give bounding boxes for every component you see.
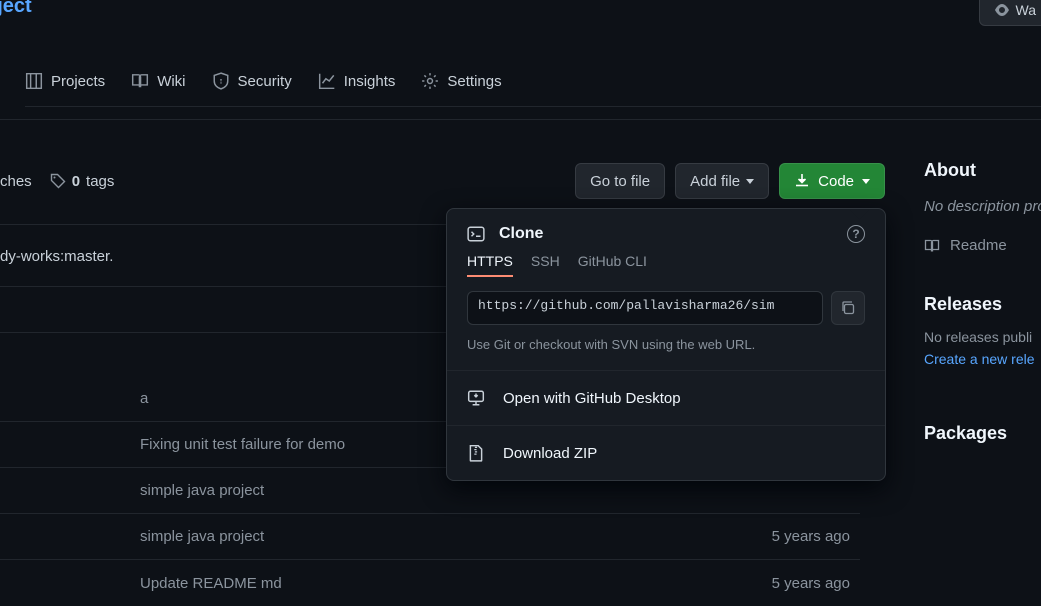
desktop-icon: [467, 389, 485, 407]
download-zip[interactable]: Download ZIP: [447, 425, 885, 480]
graph-icon: [318, 72, 336, 90]
code-dropdown: Clone ? HTTPS SSH GitHub CLI https://git…: [446, 208, 886, 481]
eye-icon: [994, 2, 1010, 18]
table-row[interactable]: simple java project 5 years ago: [0, 514, 860, 560]
file-zip-icon: [467, 444, 485, 462]
commit-time: 5 years ago: [772, 575, 850, 592]
clone-title: Clone: [499, 225, 833, 243]
help-icon[interactable]: ?: [847, 225, 865, 243]
clone-url-input[interactable]: https://github.com/pallavisharma26/sim: [467, 291, 823, 325]
branches-count[interactable]: ches: [0, 173, 32, 190]
commit-message: Update README md: [140, 575, 772, 592]
tab-wiki[interactable]: Wiki: [131, 72, 185, 90]
tab-security[interactable]: Security: [212, 72, 292, 90]
tab-wiki-label: Wiki: [157, 73, 185, 90]
table-row[interactable]: Update README md 5 years ago: [0, 560, 860, 606]
readme-label: Readme: [950, 237, 1007, 254]
releases-heading: Releases: [924, 294, 1041, 315]
create-release-link[interactable]: Create a new rele: [924, 351, 1041, 367]
commit-message: simple java project: [140, 528, 772, 545]
about-description: No description provided.: [924, 195, 1041, 219]
releases-none: No releases publi: [924, 329, 1041, 345]
sidebar: About No description provided. Readme Re…: [924, 160, 1041, 480]
code-button[interactable]: Code: [779, 163, 885, 199]
download-icon: [794, 173, 810, 189]
book-icon: [131, 72, 149, 90]
book-icon: [924, 238, 940, 254]
watch-button[interactable]: Wa: [979, 0, 1041, 26]
nav-divider: [0, 119, 1041, 120]
about-heading: About: [924, 160, 1041, 181]
commit-time: 5 years ago: [772, 528, 850, 545]
tab-projects-label: Projects: [51, 73, 105, 90]
clone-tab-cli[interactable]: GitHub CLI: [578, 253, 647, 277]
shield-icon: [212, 72, 230, 90]
add-file-button[interactable]: Add file: [675, 163, 769, 199]
tag-icon: [50, 173, 66, 189]
tab-settings-label: Settings: [447, 73, 501, 90]
terminal-icon: [467, 225, 485, 243]
tab-security-label: Security: [238, 73, 292, 90]
repo-nav: Projects Wiki Security Insights Settings: [25, 72, 1041, 107]
gear-icon: [421, 72, 439, 90]
copy-icon: [840, 300, 856, 316]
commit-message: simple java project: [140, 482, 850, 499]
clone-tab-ssh[interactable]: SSH: [531, 253, 560, 277]
tags-count[interactable]: 0 tags: [50, 173, 115, 190]
caret-down-icon: [746, 179, 754, 184]
download-zip-label: Download ZIP: [503, 445, 597, 462]
open-github-desktop[interactable]: Open with GitHub Desktop: [447, 370, 885, 425]
latest-commit-message[interactable]: dy-works:master.: [0, 248, 113, 265]
project-icon: [25, 72, 43, 90]
clone-tab-https[interactable]: HTTPS: [467, 253, 513, 277]
clone-hint: Use Git or checkout with SVN using the w…: [447, 333, 885, 370]
code-label: Code: [818, 173, 854, 190]
go-to-file-button[interactable]: Go to file: [575, 163, 665, 199]
tab-projects[interactable]: Projects: [25, 72, 105, 90]
packages-heading: Packages: [924, 423, 1041, 444]
open-desktop-label: Open with GitHub Desktop: [503, 390, 681, 407]
copy-url-button[interactable]: [831, 291, 865, 325]
readme-link[interactable]: Readme: [924, 237, 1041, 254]
add-file-label: Add file: [690, 173, 740, 190]
caret-down-icon: [862, 179, 870, 184]
watch-label: Wa: [1016, 2, 1036, 18]
repo-title[interactable]: oject: [0, 0, 32, 18]
tab-insights[interactable]: Insights: [318, 72, 396, 90]
tab-settings[interactable]: Settings: [421, 72, 501, 90]
tab-insights-label: Insights: [344, 73, 396, 90]
